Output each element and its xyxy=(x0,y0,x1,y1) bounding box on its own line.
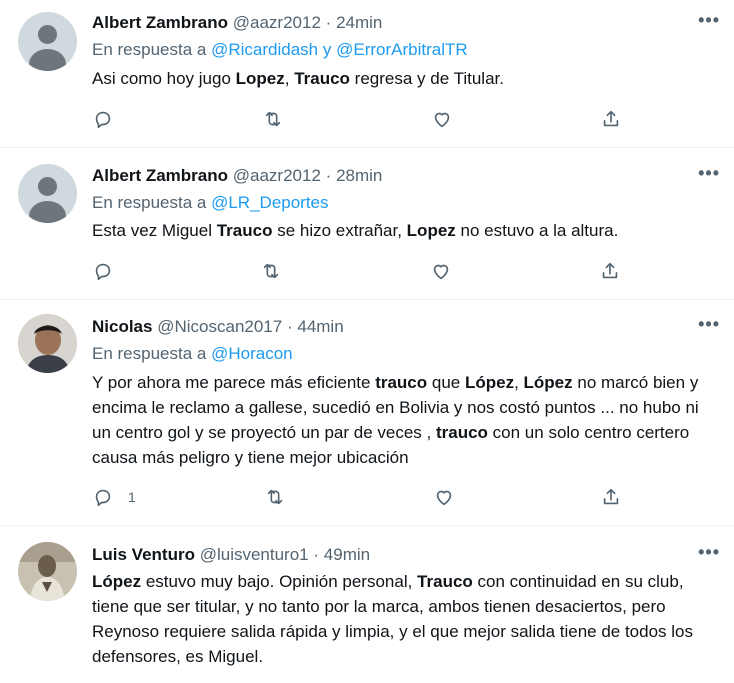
like-icon xyxy=(434,112,450,128)
tweet-text-segment: Esta vez Miguel xyxy=(92,221,217,240)
tweet-text: Asi como hoy jugo Lopez, Trauco regresa … xyxy=(92,66,712,91)
timestamp[interactable]: 28min xyxy=(336,166,382,185)
share-button[interactable] xyxy=(600,107,622,131)
share-icon xyxy=(603,488,619,505)
more-icon[interactable]: ••• xyxy=(698,542,720,563)
tweet-text-bold: López xyxy=(464,373,515,392)
retweet-icon xyxy=(267,489,283,505)
author-name[interactable]: Albert Zambrano xyxy=(92,13,228,32)
avatar[interactable] xyxy=(18,12,77,71)
retweet-icon xyxy=(263,263,279,279)
share-icon xyxy=(603,110,619,127)
mention-link[interactable]: @ErrorArbitralTR xyxy=(336,40,468,59)
like-button[interactable] xyxy=(430,259,452,283)
tweet-header: Albert Zambrano @aazr2012 · 28min xyxy=(92,166,382,186)
reply-count: 1 xyxy=(128,489,136,505)
tweet-text: López estuvo muy bajo. Opinión personal,… xyxy=(92,569,712,669)
retweet-button[interactable] xyxy=(260,259,282,283)
avatar[interactable] xyxy=(18,314,77,373)
tweet-header: Luis Venturo @luisventuro1 · 49min xyxy=(92,545,370,565)
separator: · xyxy=(325,13,332,32)
profile-photo xyxy=(18,314,77,373)
reply-prefix: En respuesta a xyxy=(92,193,207,212)
tweet-actions: 1 xyxy=(92,485,632,509)
like-icon xyxy=(436,490,452,506)
tweet-text-segment: se hizo extrañar, xyxy=(272,221,407,240)
reply-prefix: En respuesta a xyxy=(92,40,207,59)
reply-button[interactable] xyxy=(92,259,114,283)
like-button[interactable] xyxy=(431,107,453,131)
tweet-text-bold: Lopez xyxy=(235,69,285,88)
tweet-text: Esta vez Miguel Trauco se hizo extrañar,… xyxy=(92,218,712,243)
mention-link[interactable]: @Ricardidash xyxy=(211,40,318,59)
tweet-actions xyxy=(92,107,632,131)
tweet-text-segment: regresa y de Titular. xyxy=(349,69,504,88)
tweet-text-bold: trauco xyxy=(375,373,428,392)
author-name[interactable]: Nicolas xyxy=(92,317,152,336)
avatar[interactable] xyxy=(18,164,77,223)
more-icon[interactable]: ••• xyxy=(698,314,720,335)
tweet-text-bold: trauco xyxy=(435,423,488,442)
reply-button[interactable] xyxy=(92,107,114,131)
more-icon[interactable]: ••• xyxy=(698,10,720,31)
tweet-text-bold: López xyxy=(523,373,573,392)
reply-prefix: En respuesta a xyxy=(92,344,207,363)
share-icon xyxy=(602,262,618,279)
profile-photo xyxy=(18,542,77,601)
retweet-button[interactable] xyxy=(264,485,286,509)
timestamp[interactable]: 24min xyxy=(336,13,382,32)
reply-context: En respuesta a @Horacon xyxy=(92,344,293,364)
tweet[interactable]: Albert Zambrano @aazr2012 · 24min ••• En… xyxy=(0,0,734,148)
reply-context: En respuesta a @LR_Deportes xyxy=(92,193,329,213)
timestamp[interactable]: 49min xyxy=(324,545,370,564)
tweet-text-segment: Asi como hoy jugo xyxy=(92,69,236,88)
mention-link[interactable]: @Horacon xyxy=(211,344,293,363)
like-button[interactable] xyxy=(433,485,455,509)
tweet-text-segment: no estuvo a la altura. xyxy=(455,221,619,240)
separator: · xyxy=(313,545,320,564)
tweet-text-bold: Trauco xyxy=(417,572,473,591)
tweet[interactable]: Albert Zambrano @aazr2012 · 28min ••• En… xyxy=(0,148,734,300)
like-icon xyxy=(433,264,449,280)
tweet-text-bold: Lopez xyxy=(406,221,456,240)
tweet-text: Y por ahora me parece más eficiente trau… xyxy=(92,370,717,470)
tweet-text-bold: Trauco xyxy=(294,69,350,88)
reply-icon xyxy=(95,263,111,281)
reply-context: En respuesta a @Ricardidash y @ErrorArbi… xyxy=(92,40,468,60)
separator: · xyxy=(286,317,293,336)
tweet-text-segment: Y por ahora me parece más eficiente xyxy=(92,373,376,392)
retweet-button[interactable] xyxy=(262,107,284,131)
reply-icon xyxy=(95,111,111,129)
mention-link[interactable]: @LR_Deportes xyxy=(211,193,328,212)
tweet-header: Albert Zambrano @aazr2012 · 24min xyxy=(92,13,382,33)
reply-join: y xyxy=(322,40,332,59)
author-handle[interactable]: @Nicoscan2017 xyxy=(157,317,282,336)
separator: · xyxy=(325,166,332,185)
author-handle[interactable]: @luisventuro1 xyxy=(200,545,309,564)
author-name[interactable]: Albert Zambrano xyxy=(92,166,228,185)
tweet-text-segment: , xyxy=(284,69,295,88)
tweet[interactable]: Nicolas @Nicoscan2017 · 44min ••• En res… xyxy=(0,300,734,526)
tweet-header: Nicolas @Nicoscan2017 · 44min xyxy=(92,317,344,337)
tweet-text-segment: , xyxy=(514,373,524,392)
timestamp[interactable]: 44min xyxy=(297,317,343,336)
tweet-actions xyxy=(92,259,632,283)
author-handle[interactable]: @aazr2012 xyxy=(233,13,321,32)
tweet-text-segment: que xyxy=(427,373,465,392)
reply-icon xyxy=(95,489,111,507)
share-button[interactable] xyxy=(599,259,621,283)
tweet-text-bold: Trauco xyxy=(216,221,273,240)
tweet-text-segment: estuvo muy bajo. Opinión personal, xyxy=(141,572,418,591)
tweet[interactable]: Luis Venturo @luisventuro1 · 49min ••• L… xyxy=(0,526,734,683)
more-icon[interactable]: ••• xyxy=(698,163,720,184)
share-button[interactable] xyxy=(600,485,622,509)
avatar[interactable] xyxy=(18,542,77,601)
tweet-text-bold: López xyxy=(92,572,142,591)
author-handle[interactable]: @aazr2012 xyxy=(233,166,321,185)
retweet-icon xyxy=(265,111,281,127)
author-name[interactable]: Luis Venturo xyxy=(92,545,195,564)
reply-button[interactable]: 1 xyxy=(92,485,136,509)
